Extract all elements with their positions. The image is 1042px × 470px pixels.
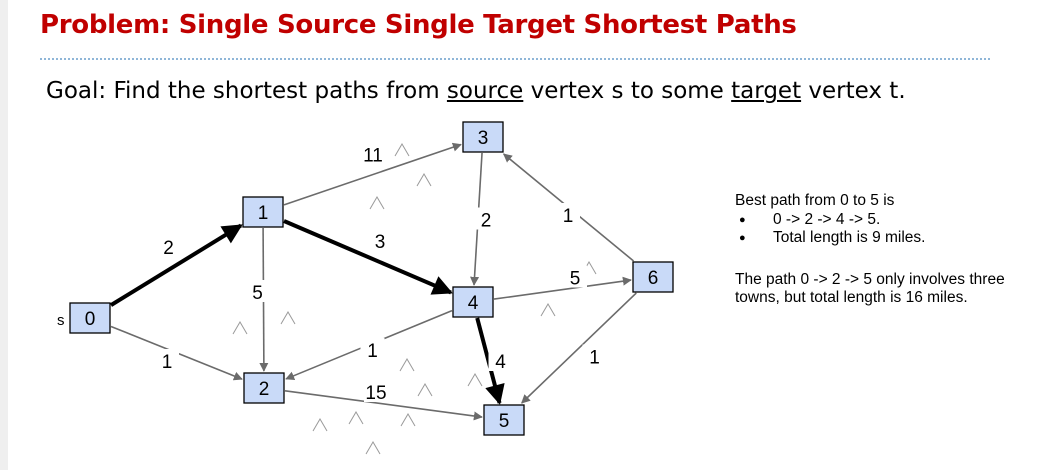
hat-mark: [280, 311, 296, 325]
edge-weight-4-5: 4: [495, 352, 506, 373]
hat-mark: [416, 173, 432, 187]
hat-mark: [348, 411, 364, 425]
node-5: 5: [483, 404, 525, 436]
edge-weight-4-6: 5: [570, 269, 581, 290]
hat-mark: [394, 143, 410, 157]
best-path-list: 0 -> 2 -> 4 -> 5. Total length is 9 mile…: [735, 211, 1035, 247]
hat-mark: [467, 373, 483, 387]
node-4: 4: [452, 286, 494, 318]
node-label: 0: [85, 309, 96, 330]
node-label: 1: [258, 203, 269, 224]
best-path-heading: Best path from 0 to 5 is: [735, 192, 895, 209]
node-label: 5: [499, 411, 510, 432]
hat-mark: [232, 321, 248, 335]
node-6: 6: [632, 261, 674, 293]
best-path-length: Total length is 9 miles.: [739, 229, 1035, 247]
edge-weight-1-3: 11: [363, 146, 383, 167]
alt-path-note: The path 0 -> 2 -> 5 only involves three…: [735, 271, 1005, 306]
slide: Problem: Single Source Single Target Sho…: [0, 0, 1042, 470]
hat-mark: [312, 418, 328, 432]
hat-mark: [417, 383, 433, 397]
edge-weight-1-4: 3: [375, 232, 386, 253]
edge-weight-4-2: 1: [367, 341, 378, 362]
notes-panel: Best path from 0 to 5 is 0 -> 2 -> 4 -> …: [735, 192, 1035, 307]
node-0: 0: [69, 302, 111, 334]
node-2: 2: [243, 372, 285, 404]
hat-mark: [399, 358, 415, 372]
edge-weight-1-2: 5: [252, 283, 263, 304]
node-label: 4: [468, 293, 479, 314]
edge-weight-6-3: 1: [563, 206, 574, 227]
edge-1-4: [283, 219, 453, 295]
edge-6-5: [521, 292, 637, 404]
hat-mark: [365, 441, 381, 455]
hat-mark: [369, 196, 385, 210]
edge-weight-0-2: 1: [162, 352, 173, 373]
hat-mark: [540, 303, 556, 317]
node-1: 1: [242, 196, 284, 228]
hat-mark: [400, 413, 416, 427]
edge-weights: 21113521451511: [155, 142, 607, 404]
node-label: 2: [259, 379, 270, 400]
node-3: 3: [462, 121, 504, 153]
best-path-route: 0 -> 2 -> 4 -> 5.: [739, 211, 1035, 229]
edge-weight-0-1: 2: [163, 238, 174, 259]
edge-weight-2-5: 15: [365, 383, 386, 404]
source-label: s: [57, 312, 65, 329]
edge-weight-6-5: 1: [589, 348, 600, 369]
edge-4-6: [493, 276, 632, 300]
edges: [109, 142, 637, 421]
edge-weight-3-4: 2: [481, 211, 492, 232]
node-label: 6: [648, 268, 659, 289]
node-label: 3: [478, 128, 489, 149]
